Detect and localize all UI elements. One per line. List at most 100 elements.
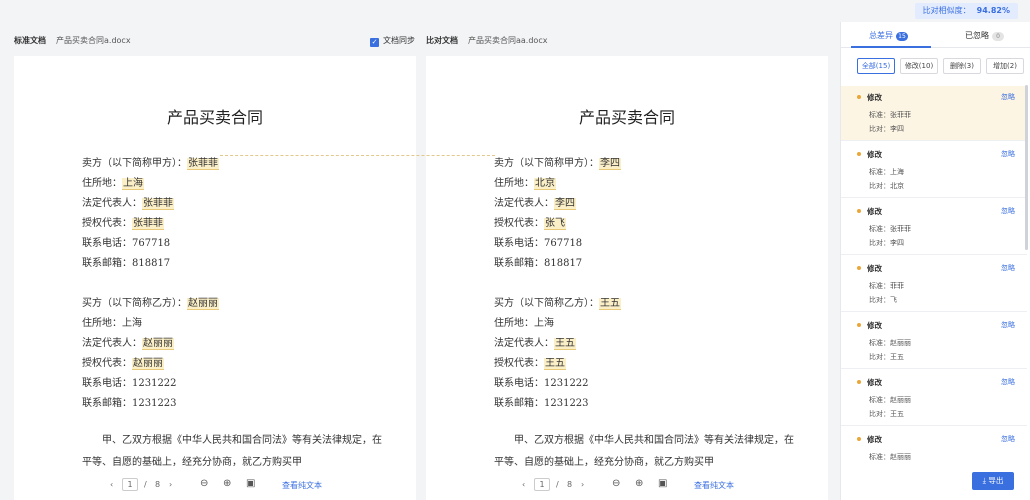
standard-value: 标准：张菲菲 bbox=[869, 111, 911, 119]
diff-item[interactable]: 修改 忽略 标准：赵丽丽 比对：王五 bbox=[841, 371, 1027, 426]
ignore-link[interactable]: 忽略 bbox=[1001, 377, 1015, 387]
seller-name-diff[interactable]: 李四 bbox=[599, 158, 621, 170]
export-label: 导出 bbox=[988, 476, 1004, 485]
right-document-page[interactable]: 产品买卖合同 卖方（以下简称甲方）：李四 住所地：北京 法定代表人：李四 授权代… bbox=[426, 56, 828, 500]
active-tab-indicator bbox=[851, 46, 931, 48]
right-pager: ‹ 1 / 8 › ⊖ ⊕ ▣ 查看纯文本 bbox=[426, 470, 828, 500]
zoom-out-icon[interactable]: ⊖ bbox=[612, 478, 620, 489]
buyer-mail-line: 联系邮箱：1231223 bbox=[494, 398, 589, 409]
buyer-address-line: 住所地：上海 bbox=[82, 318, 142, 329]
auth-diff[interactable]: 赵丽丽 bbox=[132, 358, 164, 370]
similarity-value: 94.82% bbox=[976, 6, 1010, 15]
doc-title: 产品买卖合同 bbox=[166, 108, 263, 127]
next-page-button[interactable]: › bbox=[169, 480, 172, 489]
standard-value: 标准：张菲菲 bbox=[869, 225, 911, 233]
ignore-link[interactable]: 忽略 bbox=[1001, 92, 1015, 102]
buyer-mail-line: 联系邮箱：1231223 bbox=[82, 398, 177, 409]
legal-label: 法定代表人： bbox=[494, 338, 554, 349]
auth-diff[interactable]: 王五 bbox=[544, 358, 566, 370]
legal-diff[interactable]: 李四 bbox=[554, 198, 576, 210]
diff-type: 修改 bbox=[867, 150, 882, 159]
address-diff[interactable]: 北京 bbox=[534, 178, 556, 190]
diff-item[interactable]: 修改 忽略 标准：赵丽丽 比对：王五 bbox=[841, 314, 1027, 369]
diff-item[interactable]: 修改 忽略 标准：张菲菲 比对：李四 bbox=[841, 200, 1027, 255]
zoom-in-icon[interactable]: ⊕ bbox=[635, 478, 643, 489]
page-separator: / bbox=[144, 480, 147, 489]
address-diff[interactable]: 上海 bbox=[122, 178, 144, 190]
buyer-phone-line: 联系电话：1231222 bbox=[82, 378, 177, 389]
legal-diff[interactable]: 王五 bbox=[554, 338, 576, 350]
ignore-link[interactable]: 忽略 bbox=[1001, 149, 1015, 159]
standard-value: 标准：赵丽丽 bbox=[869, 396, 911, 404]
zoom-out-icon[interactable]: ⊖ bbox=[200, 478, 208, 489]
next-page-button[interactable]: › bbox=[581, 480, 584, 489]
compare-value: 比对：李四 bbox=[869, 125, 904, 133]
fit-page-icon[interactable]: ▣ bbox=[246, 478, 255, 489]
diff-list-scrollbar[interactable] bbox=[1025, 85, 1028, 250]
auth-diff[interactable]: 张飞 bbox=[544, 218, 566, 230]
contract-paragraph: 甲、乙双方根据《中华人民共和国合同法》等有关法律规定，在平等、自愿的基础上，经充… bbox=[494, 435, 794, 468]
address-label: 住所地： bbox=[82, 178, 122, 189]
filter-add[interactable]: 增加(2) bbox=[986, 58, 1024, 74]
legal-diff[interactable]: 张菲菲 bbox=[142, 198, 174, 210]
left-doc-header: 标准文档 产品买卖合同a.docx bbox=[14, 30, 131, 52]
status-dot bbox=[857, 95, 861, 99]
zoom-in-icon[interactable]: ⊕ bbox=[223, 478, 231, 489]
status-dot bbox=[857, 152, 861, 156]
buyer-name-diff[interactable]: 王五 bbox=[599, 298, 621, 310]
left-document-page[interactable]: 产品买卖合同 卖方（以下简称甲方）：张菲菲 住所地：上海 法定代表人：张菲菲 授… bbox=[14, 56, 416, 500]
legal-diff[interactable]: 赵丽丽 bbox=[142, 338, 174, 350]
buyer-name-diff[interactable]: 赵丽丽 bbox=[187, 298, 219, 310]
compare-value: 比对：王五 bbox=[869, 353, 904, 361]
doc-title: 产品买卖合同 bbox=[578, 108, 675, 127]
seller-phone-line: 联系电话：767718 bbox=[494, 238, 583, 249]
tab-label: 总差异 bbox=[869, 31, 893, 40]
tab-total-diff[interactable]: 总差异 15 bbox=[869, 30, 908, 41]
view-plain-text-link[interactable]: 查看纯文本 bbox=[282, 480, 322, 491]
ignore-link[interactable]: 忽略 bbox=[1001, 206, 1015, 216]
auth-label: 授权代表： bbox=[494, 358, 544, 369]
page-total: 8 bbox=[155, 480, 161, 489]
ignore-link[interactable]: 忽略 bbox=[1001, 434, 1015, 444]
checkmark-icon: ✓ bbox=[370, 38, 379, 47]
seller-phone-line: 联系电话：767718 bbox=[82, 238, 171, 249]
buyer-auth-line: 授权代表：赵丽丽 bbox=[82, 354, 164, 370]
status-dot bbox=[857, 266, 861, 270]
ignore-link[interactable]: 忽略 bbox=[1001, 263, 1015, 273]
seller-legal-line: 法定代表人：张菲菲 bbox=[82, 194, 174, 210]
buyer-legal-line: 法定代表人：王五 bbox=[494, 334, 576, 350]
diff-item[interactable]: 修改 忽略 标准：张菲菲 比对：李四 bbox=[841, 86, 1027, 141]
right-doc-filename: 产品买卖合同aa.docx bbox=[468, 36, 548, 45]
compare-value: 比对：飞 bbox=[869, 296, 897, 304]
diff-type: 修改 bbox=[867, 207, 882, 216]
diff-item[interactable]: 修改 忽略 标准：上海 比对：北京 bbox=[841, 143, 1027, 198]
view-plain-text-link[interactable]: 查看纯文本 bbox=[694, 480, 734, 491]
diff-item[interactable]: 修改 忽略 标准：赵丽丽 bbox=[841, 428, 1027, 462]
legal-label: 法定代表人： bbox=[82, 198, 142, 209]
compare-value: 比对：李四 bbox=[869, 239, 904, 247]
fit-page-icon[interactable]: ▣ bbox=[658, 478, 667, 489]
filter-all[interactable]: 全部(15) bbox=[857, 58, 895, 74]
auth-label: 授权代表： bbox=[82, 358, 132, 369]
sync-checkbox[interactable]: ✓ 文档同步 bbox=[370, 30, 415, 52]
export-button[interactable]: ⤓ 导出 bbox=[972, 472, 1014, 490]
diff-list: 修改 忽略 标准：张菲菲 比对：李四 修改 忽略 标准：上海 比对：北京 修改 … bbox=[841, 86, 1027, 462]
seller-name-diff[interactable]: 张菲菲 bbox=[187, 158, 219, 170]
tab-ignored[interactable]: 已忽略 0 bbox=[965, 30, 1004, 41]
filter-delete[interactable]: 删除(3) bbox=[943, 58, 981, 74]
auth-label: 授权代表： bbox=[494, 218, 544, 229]
status-dot bbox=[857, 209, 861, 213]
seller-mail-line: 联系邮箱：818817 bbox=[494, 258, 583, 269]
prev-page-button[interactable]: ‹ bbox=[110, 480, 113, 489]
page-number-input[interactable]: 1 bbox=[534, 478, 550, 491]
diff-tabs: 总差异 15 已忽略 0 bbox=[841, 22, 1030, 48]
diff-type: 修改 bbox=[867, 378, 882, 387]
legal-label: 法定代表人： bbox=[82, 338, 142, 349]
auth-diff[interactable]: 张菲菲 bbox=[132, 218, 164, 230]
filter-modify[interactable]: 修改(10) bbox=[900, 58, 938, 74]
diff-item[interactable]: 修改 忽略 标准：菲菲 比对：飞 bbox=[841, 257, 1027, 312]
status-dot bbox=[857, 323, 861, 327]
page-number-input[interactable]: 1 bbox=[122, 478, 138, 491]
ignore-link[interactable]: 忽略 bbox=[1001, 320, 1015, 330]
prev-page-button[interactable]: ‹ bbox=[522, 480, 525, 489]
